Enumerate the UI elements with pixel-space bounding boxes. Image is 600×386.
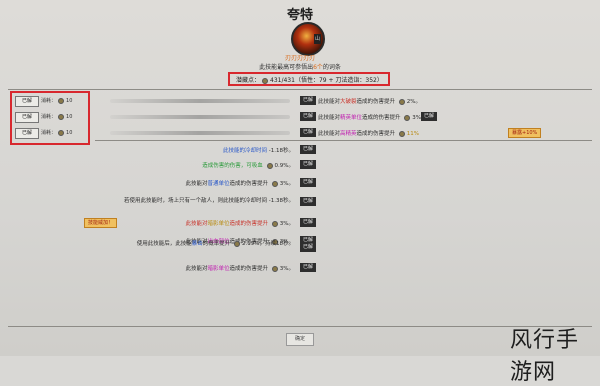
effect-highlight: 暗影单位 xyxy=(207,266,230,272)
effect-value: 3%。 xyxy=(279,181,294,187)
cost-text: 消耗： 10 xyxy=(41,129,72,136)
learn-button[interactable]: 已解 xyxy=(15,128,39,139)
cost-label: 消耗： xyxy=(41,98,57,104)
coin-icon xyxy=(398,98,405,105)
row-effect: 此技能对大破裂造成的伤害提升 2%。 xyxy=(318,97,421,105)
effect-highlight: 精英单位 xyxy=(340,115,363,121)
divider xyxy=(8,89,592,90)
row-tag: 已解 xyxy=(300,96,316,105)
effect-line: 此技能的冷却时间 -1.18秒。 xyxy=(223,146,294,154)
effect-text: 此技能对 xyxy=(185,181,208,187)
coin-icon xyxy=(271,220,278,227)
effect-pre: 此技能对 xyxy=(318,99,341,105)
effect-text: 此技能的冷却时间 xyxy=(223,148,268,154)
row-tag: 已解 xyxy=(300,128,316,137)
learn-button[interactable]: 已解 xyxy=(15,112,39,123)
effect-text: 使用此技能后，此技能 xyxy=(136,241,192,247)
cost-value: 10 xyxy=(66,98,73,104)
effect-value: -1.38秒。 xyxy=(268,198,294,204)
effect-text-2: 造成的伤害提升 xyxy=(229,266,269,272)
effect-line: 若使用此技能时，场上只有一个敌人，则此技能的冷却时间 -1.38秒。 xyxy=(94,197,294,206)
effect-pre: 此技能对 xyxy=(318,115,341,121)
skill-avatar-tag: 山 xyxy=(314,34,321,44)
cost-label: 消耗： xyxy=(41,114,57,120)
coin-icon xyxy=(58,97,65,104)
effect-highlight: 大破裂 xyxy=(340,99,357,105)
coin-icon xyxy=(271,265,278,272)
effect-tag: 已解 xyxy=(300,263,316,272)
learn-button[interactable]: 已解 xyxy=(15,96,39,107)
effect-value: 0.9%。 xyxy=(274,163,294,169)
effect-post: 造成的伤害提升 xyxy=(356,99,396,105)
effect-line: 造成伤害的伤害，可吸血 0.9%。 xyxy=(202,161,294,169)
status-badge: 技能威加！ xyxy=(84,218,118,228)
effect-line: 使用此技能后，此技能暴击的概率提升 2.19%，持续18秒。 xyxy=(124,240,294,249)
coin-icon xyxy=(234,240,241,247)
watermark: 风行手游网 xyxy=(510,328,580,385)
row-tail-tag: 已解 xyxy=(421,112,437,121)
summary-value: 431/431（悟性：79 + 刀法造诣：352） xyxy=(270,77,383,84)
effect-text-2: 造成的伤害提升 xyxy=(229,181,269,187)
effect-highlight: 普通单位 xyxy=(207,181,230,187)
effect-pre: 此技能对 xyxy=(318,131,341,137)
blurred-text xyxy=(110,131,290,135)
coin-icon xyxy=(58,113,65,120)
cost-text: 消耗： 10 xyxy=(41,97,72,104)
cost-text: 消耗： 10 xyxy=(41,113,72,120)
coin-icon xyxy=(398,130,405,137)
coin-icon xyxy=(58,129,65,136)
row-effect: 此技能对高精英造成的伤害提升 11% xyxy=(318,129,419,137)
effect-value: 3%。 xyxy=(279,221,294,227)
effect-tag: 已解 xyxy=(300,145,316,154)
effect-tag: 已解 xyxy=(300,178,316,187)
effect-tag: 已解 xyxy=(300,160,316,169)
effect-value: 11% xyxy=(406,131,420,137)
subtitle-post: 的词条 xyxy=(322,64,341,71)
effect-text: 若使用此技能时，场上只有一个敌人，则此技能的冷却时间 xyxy=(124,198,268,204)
effect-value: 2%。 xyxy=(406,99,422,105)
effect-line: 此技能对暗影单位造成的伤害提升 3%。 xyxy=(185,264,294,272)
insight-points-summary: 潜藏点： 431/431（悟性：79 + 刀法造诣：352） xyxy=(228,72,390,86)
divider xyxy=(8,326,592,327)
effect-value: 3%。 xyxy=(279,266,294,272)
status-badge: 暴露+10% xyxy=(508,128,542,138)
effect-text-2: 的概率提升 xyxy=(202,241,231,247)
skill-subtitle: 此技能最高可参悟出6个的词条 xyxy=(0,62,600,71)
effect-highlight: 高精英 xyxy=(340,131,357,137)
cost-label: 消耗： xyxy=(41,130,57,136)
effect-line: 此技能对暗影单位造成的伤害提升 3%。 xyxy=(185,219,294,227)
page-title: 夸特 xyxy=(286,8,313,23)
effect-post: 造成的伤害提升 xyxy=(356,131,396,137)
blurred-text xyxy=(110,115,290,119)
row-effect: 此技能对精英单位造成的伤害提升 3%。 xyxy=(318,113,427,121)
effect-text-2: 造成的伤害提升 xyxy=(229,221,269,227)
effect-highlight: 暗影单位 xyxy=(207,221,230,227)
divider xyxy=(95,140,592,141)
coin-icon xyxy=(262,77,269,84)
blurred-text xyxy=(110,99,290,103)
coin-icon xyxy=(404,114,411,121)
effect-value: -1.18秒。 xyxy=(268,148,294,154)
subtitle-pre: 此技能最高可参悟出 xyxy=(259,64,314,71)
row-tag: 已解 xyxy=(300,112,316,121)
effect-post: 造成的伤害提升 xyxy=(362,115,401,121)
summary-label: 潜藏点： xyxy=(236,77,261,84)
subtitle-highlight: 6个 xyxy=(313,64,323,71)
effect-tag: 已解 xyxy=(300,218,316,227)
effect-text: 此技能对 xyxy=(185,266,208,272)
confirm-button[interactable]: 确定 xyxy=(286,333,314,346)
cost-value: 10 xyxy=(66,130,73,136)
coin-icon xyxy=(271,180,278,187)
effect-text: 此技能对 xyxy=(185,221,208,227)
effect-tag: 已解 xyxy=(300,197,316,206)
effect-highlight: 暴击 xyxy=(191,241,203,247)
effect-line: 此技能对普通单位造成的伤害提升 3%。 xyxy=(185,179,294,187)
effect-text: 造成伤害的伤害，可吸血 xyxy=(202,163,263,169)
skill-name: 刃刃刃刃刃 xyxy=(284,55,315,62)
cost-value: 10 xyxy=(66,114,73,120)
coin-icon xyxy=(266,162,273,169)
effect-value: 2.19%，持续18秒。 xyxy=(242,241,294,247)
effect-tag: 已解 xyxy=(300,243,316,252)
